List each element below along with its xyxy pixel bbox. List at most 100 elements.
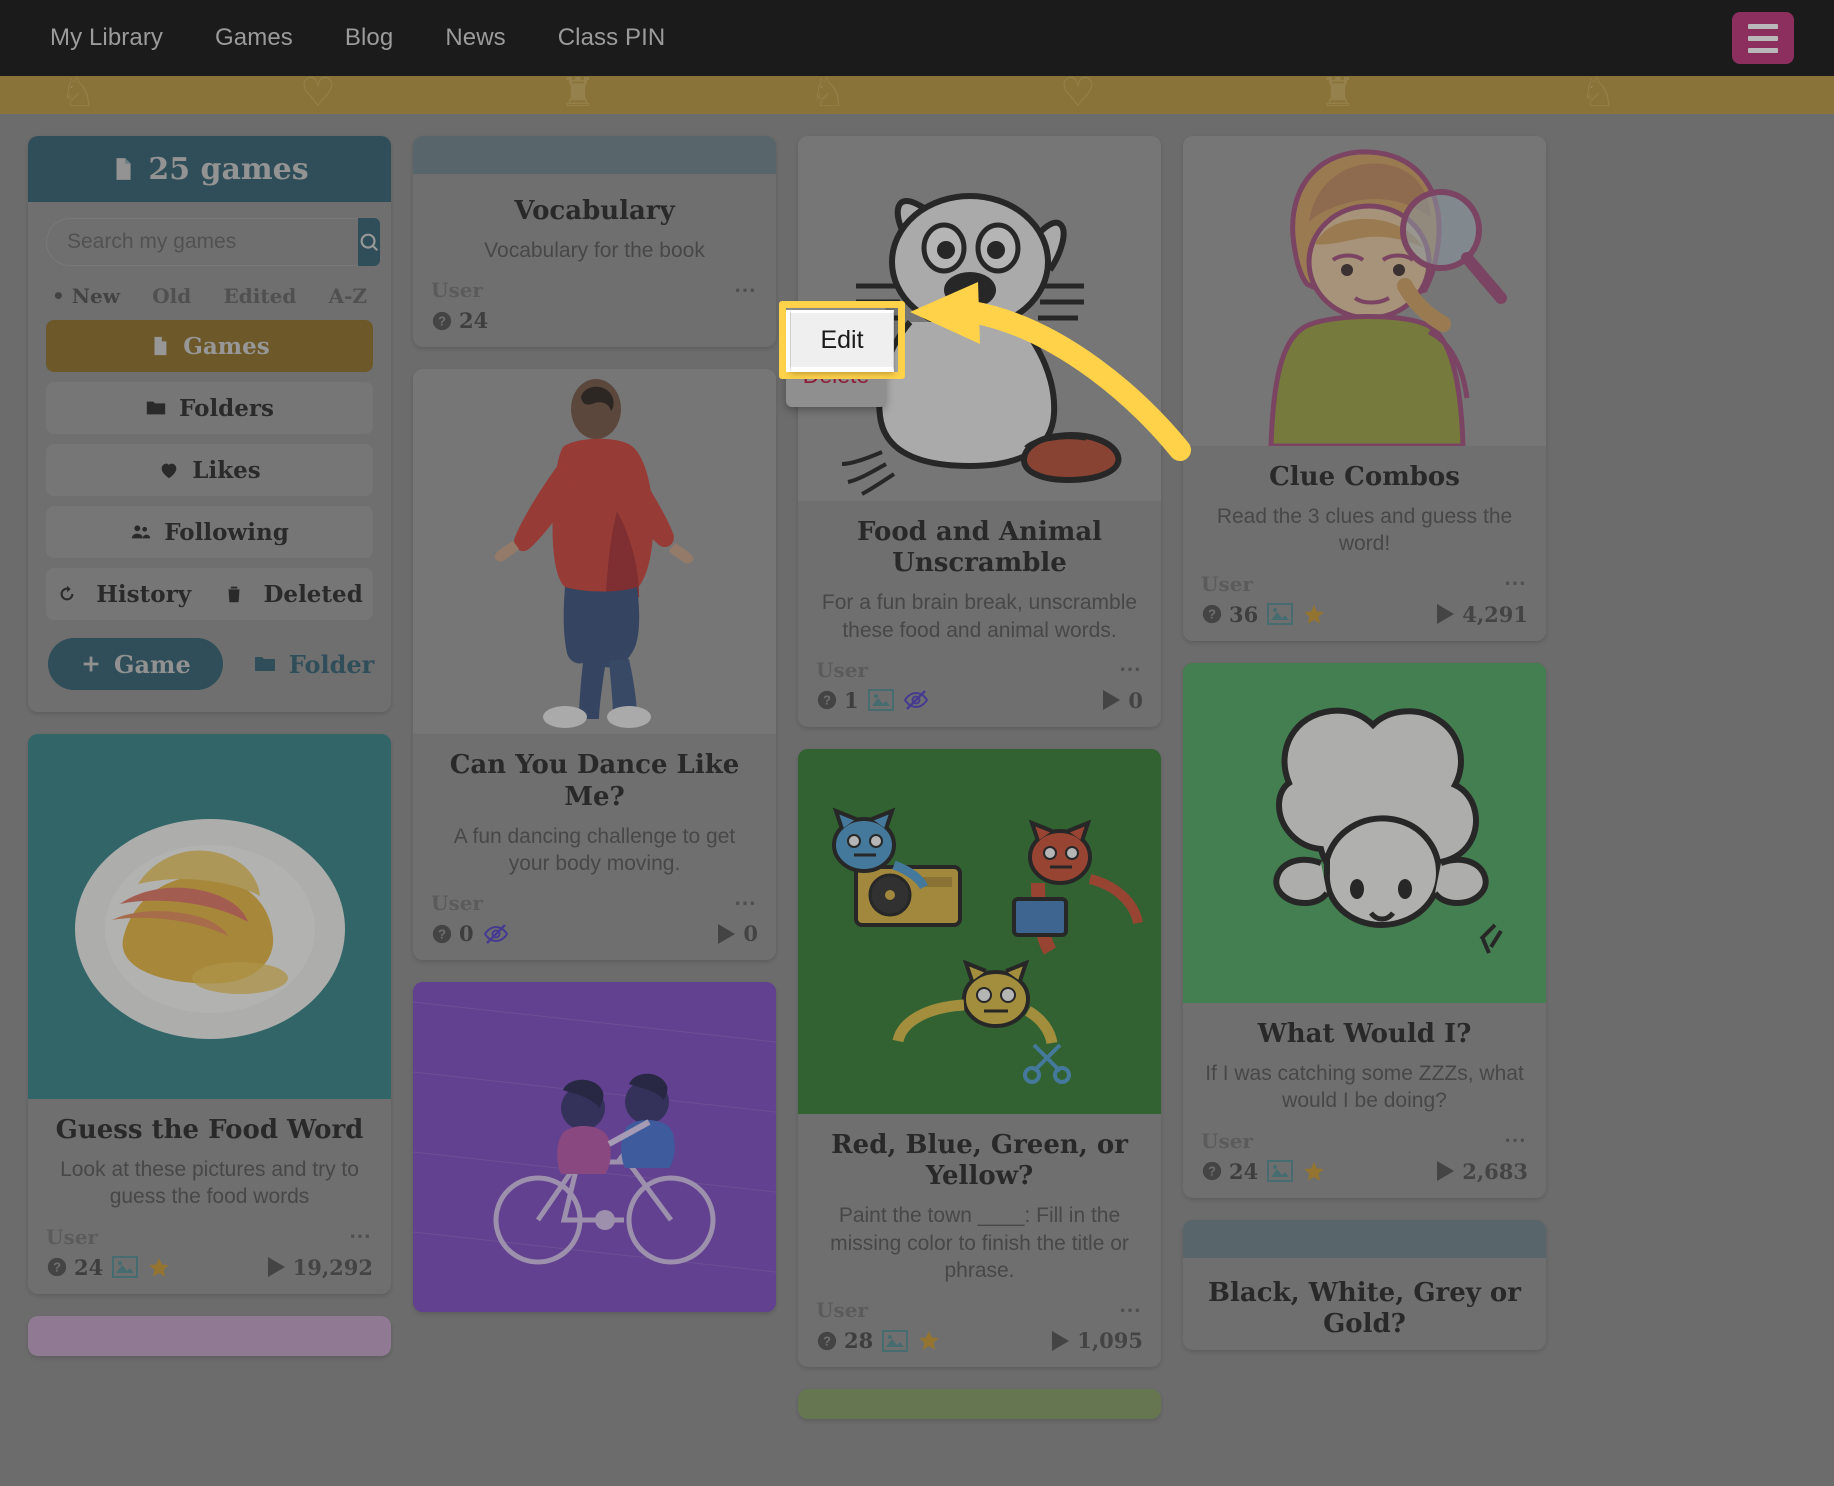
users-icon xyxy=(130,521,152,543)
menu-icon[interactable] xyxy=(1732,12,1794,64)
card-body: Guess the Food Word Look at these pictur… xyxy=(28,1099,391,1294)
nav-link-games[interactable]: Games xyxy=(189,24,319,52)
game-card-black-white-grey-gold[interactable]: Black, White, Grey or Gold? xyxy=(1183,1219,1546,1350)
add-folder-button[interactable]: Folder xyxy=(253,650,374,679)
nav-link-class-pin[interactable]: Class PIN xyxy=(532,24,692,52)
card-author: User xyxy=(816,657,868,682)
game-card-what-would-i[interactable]: What Would I? If I was catching some ZZZ… xyxy=(1183,662,1546,1198)
banner-glyph: ♜ xyxy=(1320,76,1356,114)
question-count-value: 24 xyxy=(74,1254,104,1280)
sidebar-item-history[interactable]: History xyxy=(56,581,191,608)
card-meta-left: ? 28 xyxy=(816,1328,941,1353)
card-image-magnifier-girl xyxy=(1183,136,1546,446)
more-options-icon[interactable]: ⋯ xyxy=(734,279,758,301)
card-meta-left: ? 1 xyxy=(816,688,929,713)
folder-icon xyxy=(145,397,167,419)
more-options-icon[interactable]: ⋯ xyxy=(1119,1298,1143,1320)
play-icon xyxy=(1437,1161,1455,1182)
question-icon: ? xyxy=(432,924,452,944)
question-count-value: 24 xyxy=(1229,1158,1259,1184)
game-card-vocabulary[interactable]: Vocabulary Vocabulary for the book User … xyxy=(413,136,776,348)
game-card-partial-bottom[interactable] xyxy=(28,1315,391,1356)
sort-tab-az[interactable]: A-Z xyxy=(329,284,367,308)
play-icon xyxy=(718,923,736,944)
more-options-icon[interactable]: ⋯ xyxy=(1504,1129,1528,1151)
question-count: ? 0 xyxy=(431,921,474,946)
more-options-icon[interactable]: ⋯ xyxy=(349,1225,373,1247)
sidebar-item-likes[interactable]: Likes xyxy=(46,444,373,496)
card-meta-left: ? 24 xyxy=(1201,1159,1326,1184)
sort-tab-old[interactable]: Old xyxy=(152,284,191,308)
game-card-can-you-dance-like-me[interactable]: Can You Dance Like Me? A fun dancing cha… xyxy=(413,369,776,961)
menu-bar-3 xyxy=(1748,47,1778,53)
card-title: Red, Blue, Green, or Yellow? xyxy=(831,1129,1128,1192)
card-body: Can You Dance Like Me? A fun dancing cha… xyxy=(413,734,776,960)
card-meta-left: ? 24 xyxy=(431,308,488,333)
more-options-icon[interactable]: ⋯ xyxy=(1504,572,1528,594)
sort-tab-new[interactable]: New xyxy=(52,284,120,308)
nav-link-news[interactable]: News xyxy=(419,24,531,52)
card-author: User xyxy=(431,278,483,303)
sidebar-item-deleted-label: Deleted xyxy=(263,580,363,608)
banner-glyph: ♜ xyxy=(560,76,596,114)
card-author: User xyxy=(1201,571,1253,596)
card-meta-stats-row: ? 36 4,291 xyxy=(1201,602,1528,627)
question-icon: ? xyxy=(817,691,837,710)
sidebar-item-history-label: History xyxy=(96,580,192,608)
card-meta-stats-row: ? 0 0 xyxy=(431,921,758,946)
question-icon: ? xyxy=(1202,1161,1222,1181)
game-card-bike[interactable] xyxy=(413,982,776,1313)
sort-tab-edited[interactable]: Edited xyxy=(224,284,297,308)
question-count-value: 0 xyxy=(459,921,474,947)
card-play-count: 19,292 xyxy=(267,1255,373,1280)
game-card-food-and-animal-unscramble[interactable]: Food and Animal Unscramble For a fun bra… xyxy=(798,136,1161,727)
question-count: ? 24 xyxy=(1201,1159,1258,1184)
card-topbar xyxy=(1183,1219,1546,1258)
more-options-icon[interactable]: ⋯ xyxy=(734,892,758,914)
card-topbar xyxy=(413,136,776,174)
question-count-value: 36 xyxy=(1229,601,1259,627)
play-count-value: 0 xyxy=(743,921,758,947)
banner-glyph: ♘ xyxy=(1580,76,1616,114)
nav-link-blog[interactable]: Blog xyxy=(319,24,419,52)
card-meta-user-row: User ⋯ xyxy=(816,658,1143,682)
top-navigation-bar: My Library Games Blog News Class PIN xyxy=(0,0,1834,76)
game-card-clue-combos[interactable]: Clue Combos Read the 3 clues and guess t… xyxy=(1183,136,1546,641)
card-meta-user-row: User ⋯ xyxy=(1201,1129,1528,1153)
more-options-icon[interactable]: ⋯ xyxy=(1119,658,1143,680)
sidebar-item-deleted[interactable]: Deleted xyxy=(223,580,363,608)
plus-icon xyxy=(83,656,99,672)
card-meta-user-row: User ⋯ xyxy=(1201,572,1528,596)
sidebar-item-likes-label: Likes xyxy=(192,456,261,484)
card-meta-left: ? 36 xyxy=(1201,602,1326,627)
sidebar-item-following[interactable]: Following xyxy=(46,506,373,558)
play-icon xyxy=(1437,604,1455,625)
sidebar-item-games[interactable]: Games xyxy=(46,320,373,372)
game-card-guess-food-word[interactable]: Guess the Food Word Look at these pictur… xyxy=(28,734,391,1294)
sidebar-header: 25 games xyxy=(28,136,391,202)
search-button[interactable] xyxy=(358,218,380,266)
play-count-value: 2,683 xyxy=(1462,1158,1528,1184)
edit-button-popup[interactable]: Edit xyxy=(790,310,894,372)
banner-glyph: ♡ xyxy=(300,76,336,114)
question-count: ? 1 xyxy=(816,688,859,713)
heart-icon xyxy=(158,459,180,481)
sidebar-item-following-label: Following xyxy=(164,518,289,546)
search-icon xyxy=(360,233,379,252)
card-image-sandwich-photo xyxy=(28,734,391,1099)
nav-link-my-library[interactable]: My Library xyxy=(24,24,189,52)
image-icon xyxy=(1267,603,1294,626)
card-body: Vocabulary Vocabulary for the book User … xyxy=(413,174,776,347)
add-game-button[interactable]: Game xyxy=(48,638,223,690)
sidebar-item-folders[interactable]: Folders xyxy=(46,382,373,434)
card-play-count: 2,683 xyxy=(1437,1159,1528,1184)
card-meta-stats-row: ? 24 19,292 xyxy=(46,1255,373,1280)
card-title: Clue Combos xyxy=(1269,462,1460,492)
search-input[interactable] xyxy=(46,218,358,266)
card-description: A fun dancing challenge to get your body… xyxy=(453,824,736,876)
game-card-red-blue-green-yellow[interactable]: Red, Blue, Green, or Yellow? Paint the t… xyxy=(798,748,1161,1368)
card-description: Paint the town ____: Fill in the missing… xyxy=(830,1204,1129,1282)
card-meta-left: ? 24 xyxy=(46,1255,171,1280)
image-icon xyxy=(867,689,894,712)
game-card-partial-bottom-2[interactable] xyxy=(798,1389,1161,1420)
